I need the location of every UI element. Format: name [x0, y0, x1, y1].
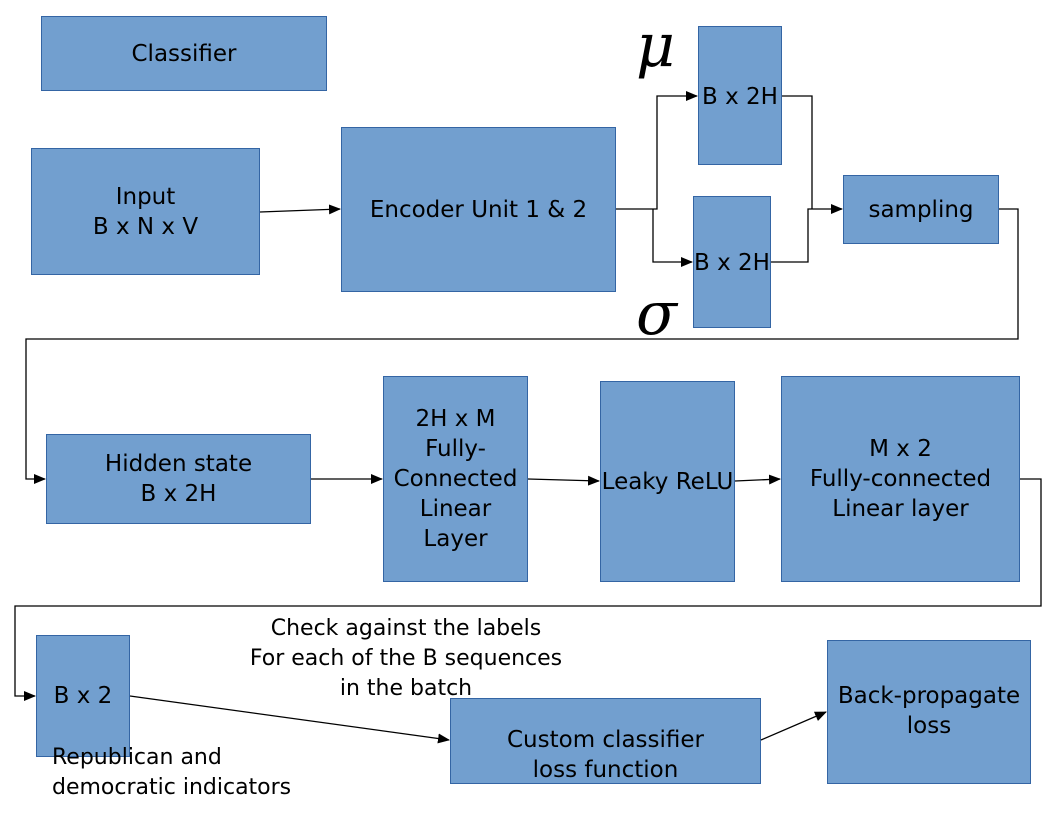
arrow-encoder-to-sigma [652, 209, 693, 267]
line-mu-to-sampling [782, 95, 813, 209]
arrow-loss-to-backprop [760, 711, 827, 741]
arrow-sampling-to-hidden [25, 208, 1019, 484]
arrow-sigma-to-sampling [771, 204, 843, 263]
arrow-output-to-loss [129, 695, 450, 744]
arrow-fc2-to-output [14, 478, 1042, 701]
connectors [14, 91, 1042, 744]
arrow-fc1-to-relu [527, 475, 600, 486]
arrow-input-to-encoder [259, 204, 341, 215]
arrow-encoder-to-mu [616, 91, 698, 210]
arrow-relu-to-fc2 [734, 474, 781, 485]
